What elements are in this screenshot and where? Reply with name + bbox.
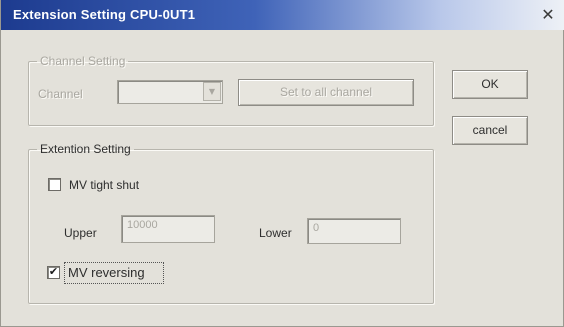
channel-select[interactable]: ▼ xyxy=(117,80,223,104)
checkmark-icon: ✔ xyxy=(48,265,59,278)
dialog-window: Extension Setting CPU-0UT1 ✕ Channel Set… xyxy=(0,0,564,327)
upper-value-field[interactable]: 10000 xyxy=(121,215,215,243)
channel-setting-legend: Channel Setting xyxy=(40,54,126,68)
reversing-checkbox[interactable]: ✔ xyxy=(47,266,60,279)
ok-button[interactable]: OK xyxy=(452,70,528,99)
lower-label: Lower xyxy=(259,226,292,240)
title-bar: Extension Setting CPU-0UT1 ✕ xyxy=(1,0,564,30)
upper-label: Upper xyxy=(64,226,97,240)
cancel-button[interactable]: cancel xyxy=(452,116,528,145)
reversing-label[interactable]: MV reversing xyxy=(68,265,145,280)
lower-value-field[interactable]: 0 xyxy=(307,218,401,244)
extention-setting-legend: Extention Setting xyxy=(40,142,131,156)
tight-shut-checkbox[interactable] xyxy=(48,178,61,191)
window-title: Extension Setting CPU-0UT1 xyxy=(13,7,196,22)
tight-shut-label[interactable]: MV tight shut xyxy=(69,178,139,192)
close-icon[interactable]: ✕ xyxy=(539,6,557,24)
chevron-down-icon[interactable]: ▼ xyxy=(203,82,221,101)
channel-label: Channel xyxy=(38,87,83,101)
set-to-all-channel-button[interactable]: Set to all channel xyxy=(238,79,414,106)
